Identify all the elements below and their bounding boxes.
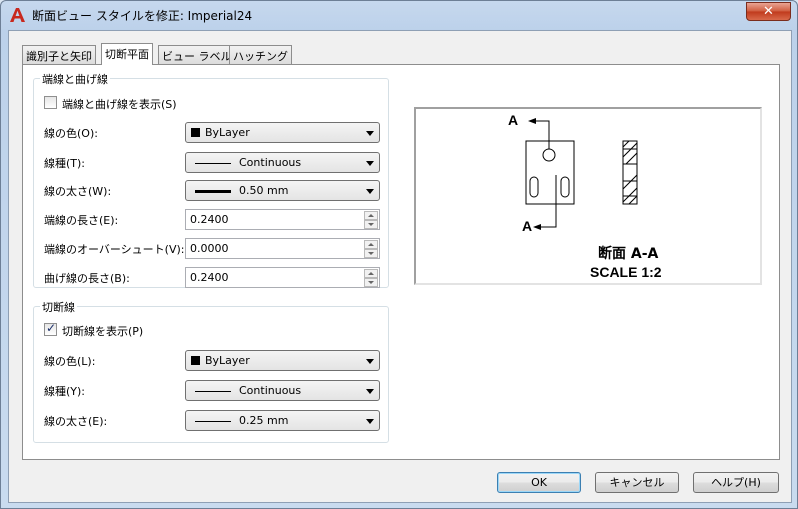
lineweight-label: 線の太さ(W): — [44, 185, 112, 198]
linetype-dropdown[interactable]: Continuous — [185, 152, 380, 173]
spin-up-button[interactable] — [364, 240, 378, 249]
chevron-down-icon — [366, 359, 374, 364]
end-line-overshoot-label: 端線のオーバーシュート(V): — [44, 243, 185, 256]
scale-text: SCALE 1:2 — [590, 264, 662, 280]
end-line-length-value: 0.2400 — [190, 213, 229, 226]
dialog-client-area: 識別子と矢印 切断平面 ビュー ラベル ハッチング 端線と曲げ線 端線と曲げ線を… — [8, 30, 792, 503]
cutting-lineweight-dropdown[interactable]: 0.25 mm — [185, 410, 380, 431]
end-line-length-input[interactable]: 0.2400 — [185, 209, 380, 230]
spin-down-button[interactable] — [364, 278, 378, 287]
linetype-value: Continuous — [239, 156, 302, 169]
lineweight-sample — [195, 190, 231, 193]
show-cutting-line-checkbox[interactable] — [44, 321, 57, 336]
bend-line-length-value: 0.2400 — [190, 271, 229, 284]
group-title: 切断線 — [40, 299, 77, 315]
chevron-down-icon — [366, 389, 374, 394]
end-line-length-label: 端線の長さ(E): — [44, 214, 119, 227]
spin-down-button[interactable] — [364, 249, 378, 258]
arrow-label-bottom: A — [522, 218, 532, 234]
close-button[interactable]: ✕ — [746, 2, 791, 21]
cutting-linetype-dropdown[interactable]: Continuous — [185, 380, 380, 401]
cutting-linetype-value: Continuous — [239, 384, 302, 397]
end-bend-lines-group: 端線と曲げ線 端線と曲げ線を表示(S) 線の色(O): ByLayer 線種(T… — [33, 71, 389, 288]
cutting-line-color-label: 線の色(L): — [44, 355, 96, 368]
linetype-label: 線種(T): — [44, 157, 86, 170]
tab-view-label[interactable]: ビュー ラベル — [158, 45, 236, 64]
linetype-sample — [195, 163, 231, 164]
help-button[interactable]: ヘルプ(H) — [693, 472, 779, 493]
bend-line-length-label: 曲げ線の長さ(B): — [44, 272, 130, 285]
linetype-sample — [195, 391, 231, 392]
cutting-line-color-value: ByLayer — [205, 354, 250, 367]
line-color-dropdown[interactable]: ByLayer — [185, 122, 380, 143]
tab-identifier-arrows[interactable]: 識別子と矢印 — [22, 45, 96, 64]
cutting-linetype-label: 線種(Y): — [44, 385, 86, 398]
chevron-down-icon — [366, 419, 374, 424]
lineweight-value: 0.50 mm — [239, 184, 289, 197]
show-end-bend-lines-checkbox[interactable] — [44, 96, 57, 109]
show-end-bend-lines-label[interactable]: 端線と曲げ線を表示(S) — [62, 96, 177, 112]
cutting-plane-panel: 端線と曲げ線 端線と曲げ線を表示(S) 線の色(O): ByLayer 線種(T… — [22, 64, 780, 460]
color-swatch — [191, 356, 200, 365]
chevron-down-icon — [366, 189, 374, 194]
section-view-preview: A A 断面 A-A SCALE 1:2 — [414, 107, 762, 285]
autocad-logo-icon — [10, 8, 25, 22]
ok-button[interactable]: OK — [497, 472, 581, 493]
preview-drawing: A A 断面 A-A SCALE 1:2 — [508, 112, 662, 280]
section-title: 断面 A-A — [598, 245, 659, 262]
spin-up-button[interactable] — [364, 211, 378, 220]
cutting-lineweight-label: 線の太さ(E): — [44, 415, 108, 428]
title-bar[interactable]: 断面ビュー スタイルを修正: Imperial24 ✕ — [1, 1, 797, 29]
arrow-label-top: A — [508, 112, 518, 128]
cutting-line-group: 切断線 切断線を表示(P) 線の色(L): ByLayer 線種(Y): Con… — [33, 299, 389, 443]
tab-cutting-plane[interactable]: 切断平面 — [101, 43, 153, 65]
cancel-button[interactable]: キャンセル — [595, 472, 679, 493]
color-swatch — [191, 128, 200, 137]
show-cutting-line-label[interactable]: 切断線を表示(P) — [62, 323, 143, 339]
chevron-down-icon — [366, 131, 374, 136]
window-title: 断面ビュー スタイルを修正: Imperial24 — [32, 9, 253, 23]
line-color-value: ByLayer — [205, 126, 250, 139]
lineweight-sample — [195, 421, 231, 422]
end-line-overshoot-value: 0.0000 — [190, 242, 229, 255]
chevron-down-icon — [366, 161, 374, 166]
line-color-label: 線の色(O): — [44, 127, 98, 140]
group-title: 端線と曲げ線 — [40, 71, 110, 87]
tab-hatching[interactable]: ハッチング — [229, 45, 292, 64]
dialog-window: 断面ビュー スタイルを修正: Imperial24 ✕ 識別子と矢印 切断平面 … — [0, 0, 798, 509]
bend-line-length-input[interactable]: 0.2400 — [185, 267, 380, 288]
lineweight-dropdown[interactable]: 0.50 mm — [185, 180, 380, 201]
spin-up-button[interactable] — [364, 269, 378, 278]
end-line-overshoot-input[interactable]: 0.0000 — [185, 238, 380, 259]
spin-down-button[interactable] — [364, 220, 378, 229]
cutting-line-color-dropdown[interactable]: ByLayer — [185, 350, 380, 371]
cutting-lineweight-value: 0.25 mm — [239, 414, 289, 427]
